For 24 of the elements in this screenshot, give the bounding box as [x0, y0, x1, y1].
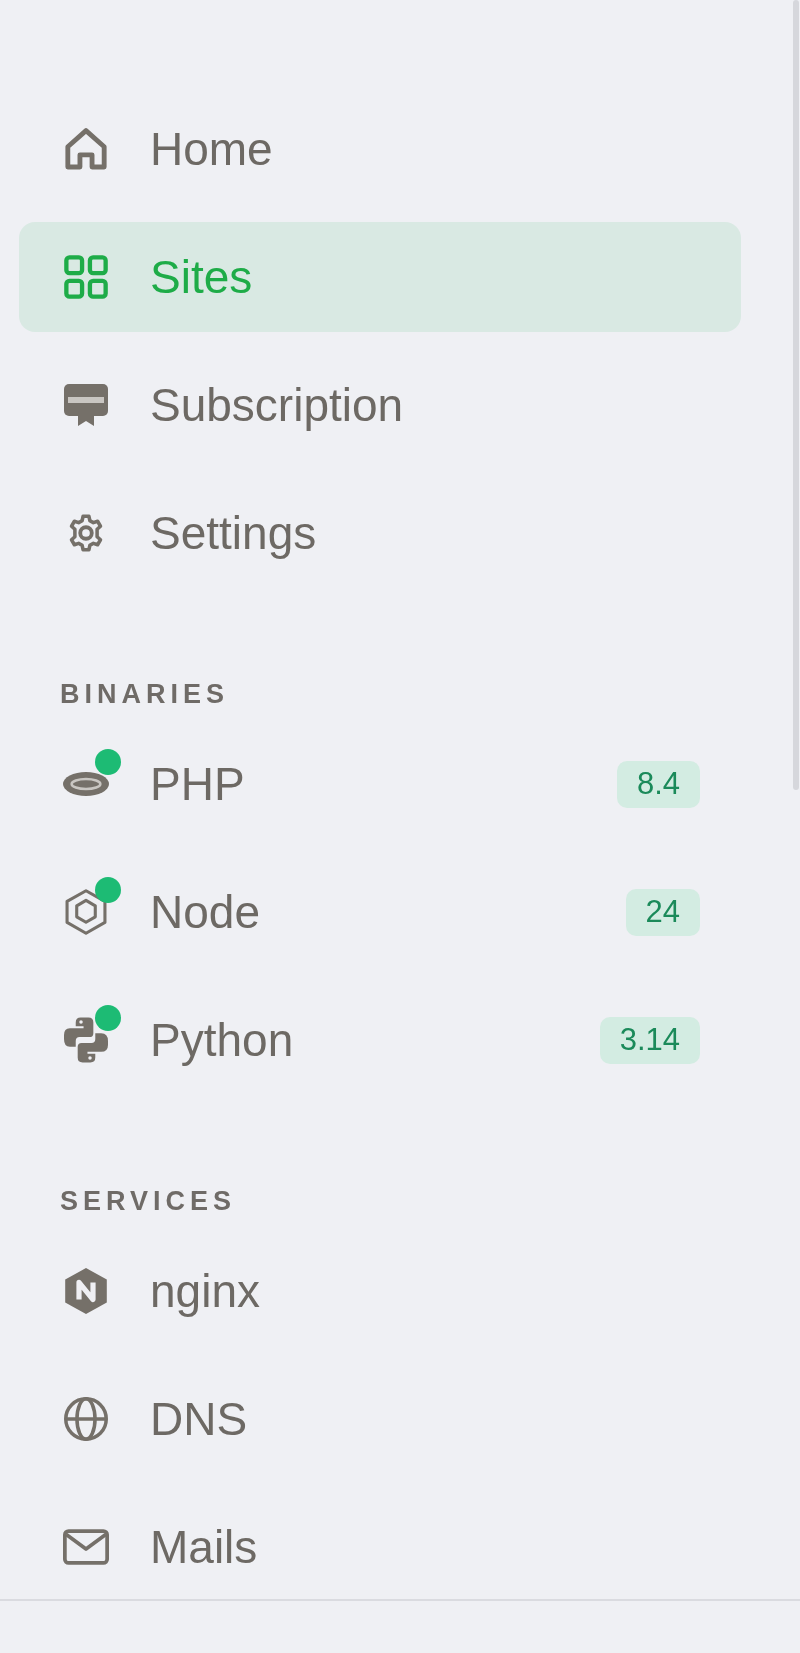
section-heading: BINARIES — [60, 679, 229, 709]
globe-icon — [64, 1397, 108, 1441]
scrollbar-thumb[interactable] — [793, 0, 799, 790]
service-item[interactable]: nginx — [19, 1236, 741, 1346]
snake-logo-icon — [64, 1017, 108, 1063]
binary-item[interactable]: PHP 8.4 — [19, 729, 741, 839]
grid-icon — [64, 255, 108, 299]
binary-item[interactable]: Node 24 — [19, 857, 741, 967]
nav-item[interactable]: Subscription — [19, 350, 741, 460]
service-item[interactable]: DNS — [19, 1364, 741, 1474]
hexagon-outline-icon — [65, 889, 107, 935]
oval-logo-icon — [63, 770, 109, 798]
hexagon-logo-icon — [65, 1268, 107, 1314]
section-heading: SERVICES — [60, 1186, 237, 1216]
binary-item[interactable]: Python 3.14 — [19, 985, 741, 1095]
version-badge: 3.14 — [599, 1016, 700, 1064]
version-badge: 8.4 — [616, 760, 700, 808]
certificate-icon — [64, 382, 108, 428]
service-item[interactable]: Mails — [19, 1492, 741, 1602]
nav-item[interactable]: Settings — [19, 478, 741, 588]
mail-icon — [63, 1527, 109, 1567]
nav-item[interactable]: Home — [19, 94, 741, 204]
home-icon — [65, 128, 107, 170]
version-badge: 24 — [625, 888, 700, 936]
